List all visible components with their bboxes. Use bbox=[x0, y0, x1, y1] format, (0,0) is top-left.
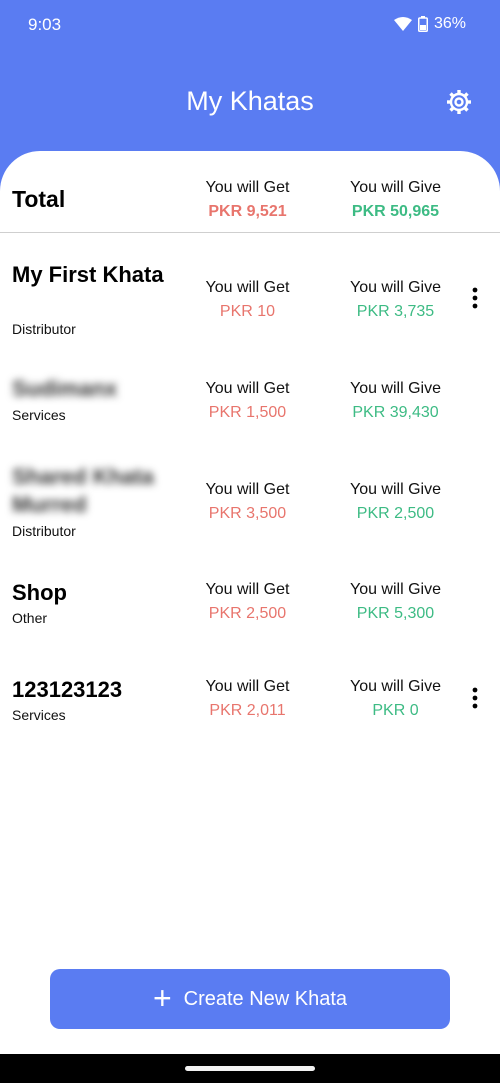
khata-type: Services bbox=[12, 407, 66, 423]
give-heading: You will Give bbox=[349, 279, 441, 296]
khata-get-amount: PKR 2,500 bbox=[208, 605, 287, 622]
plus-icon: + bbox=[152, 979, 172, 1016]
get-heading: You will Get bbox=[205, 380, 290, 397]
status-time: 9:03 bbox=[28, 15, 62, 34]
khata-get-amount: PKR 3,500 bbox=[208, 505, 287, 522]
khata-row[interactable]: 123123123 Services You will Get PKR 2,01… bbox=[0, 676, 500, 726]
battery-level: 36% bbox=[433, 15, 466, 32]
khata-give-amount: PKR 0 bbox=[372, 702, 419, 719]
page-title: My Khatas bbox=[186, 86, 314, 116]
khata-get-column: You will Get PKR 10 bbox=[180, 279, 315, 321]
create-khata-label: Create New Khata bbox=[183, 987, 348, 1010]
khata-row[interactable]: My First Khata Distributor You will Get … bbox=[0, 261, 500, 351]
khata-get-column: You will Get PKR 2,011 bbox=[180, 678, 315, 720]
get-heading: You will Get bbox=[205, 481, 290, 498]
give-heading: You will Give bbox=[349, 678, 441, 695]
khata-give-amount: PKR 5,300 bbox=[356, 605, 435, 622]
total-get-column: You will Get PKR 9,521 bbox=[180, 179, 315, 221]
khata-get-amount: PKR 10 bbox=[219, 303, 276, 320]
khata-row[interactable]: Shop Other You will Get PKR 2,500 You wi… bbox=[0, 579, 500, 629]
give-heading: You will Give bbox=[349, 179, 441, 196]
khata-name: Shared Khata Murred bbox=[12, 464, 154, 517]
khata-give-amount: PKR 3,735 bbox=[356, 303, 435, 320]
create-khata-button[interactable]: + Create New Khata bbox=[50, 969, 450, 1029]
khata-get-column: You will Get PKR 1,500 bbox=[180, 380, 315, 422]
get-heading: You will Get bbox=[205, 179, 290, 196]
gear-icon[interactable] bbox=[445, 88, 473, 116]
khata-type: Other bbox=[12, 610, 48, 626]
give-heading: You will Give bbox=[349, 581, 441, 598]
khata-give-amount: PKR 2,500 bbox=[356, 505, 435, 522]
status-indicators: 36% bbox=[393, 15, 466, 33]
more-vert-icon[interactable] bbox=[468, 686, 482, 712]
khata-type: Distributor bbox=[12, 523, 76, 539]
khata-name: My First Khata bbox=[12, 262, 164, 287]
give-heading: You will Give bbox=[349, 380, 441, 397]
wifi-icon bbox=[393, 17, 412, 31]
khata-name: Sudimanx bbox=[12, 376, 118, 401]
home-gesture-handle[interactable] bbox=[185, 1066, 315, 1071]
khata-row[interactable]: Shared Khata Murred Distributor You will… bbox=[0, 463, 500, 543]
khata-give-column: You will Give PKR 39,430 bbox=[328, 380, 463, 422]
khata-name: Shop bbox=[12, 580, 67, 605]
khata-get-column: You will Get PKR 2,500 bbox=[180, 581, 315, 623]
get-heading: You will Get bbox=[205, 279, 290, 296]
system-nav-bar bbox=[0, 1054, 500, 1083]
khata-type: Distributor bbox=[12, 321, 76, 337]
khata-name: 123123123 bbox=[12, 677, 123, 702]
give-heading: You will Give bbox=[349, 481, 441, 498]
khata-list-sheet: Total You will Get PKR 9,521 You will Gi… bbox=[0, 151, 500, 1054]
khata-get-amount: PKR 2,011 bbox=[209, 702, 286, 719]
total-get-amount: PKR 9,521 bbox=[208, 203, 287, 220]
get-heading: You will Get bbox=[205, 678, 290, 695]
khata-give-column: You will Give PKR 5,300 bbox=[328, 581, 463, 623]
total-label: Total bbox=[12, 186, 66, 212]
total-give-amount: PKR 50,965 bbox=[351, 203, 440, 220]
khata-give-column: You will Give PKR 0 bbox=[328, 678, 463, 720]
khata-type: Services bbox=[12, 707, 66, 723]
khata-get-amount: PKR 1,500 bbox=[208, 404, 287, 421]
total-give-column: You will Give PKR 50,965 bbox=[328, 179, 463, 221]
get-heading: You will Get bbox=[205, 581, 290, 598]
khata-give-column: You will Give PKR 3,735 bbox=[328, 279, 463, 321]
total-row: Total You will Get PKR 9,521 You will Gi… bbox=[0, 151, 500, 233]
khata-give-amount: PKR 39,430 bbox=[352, 404, 439, 421]
status-bar: 9:03 36% bbox=[0, 0, 500, 50]
more-vert-icon[interactable] bbox=[468, 286, 482, 312]
khata-row[interactable]: Sudimanx Services You will Get PKR 1,500… bbox=[0, 375, 500, 425]
khata-get-column: You will Get PKR 3,500 bbox=[180, 481, 315, 523]
app-header: My Khatas bbox=[0, 70, 500, 134]
battery-icon bbox=[417, 16, 428, 32]
khata-give-column: You will Give PKR 2,500 bbox=[328, 481, 463, 523]
